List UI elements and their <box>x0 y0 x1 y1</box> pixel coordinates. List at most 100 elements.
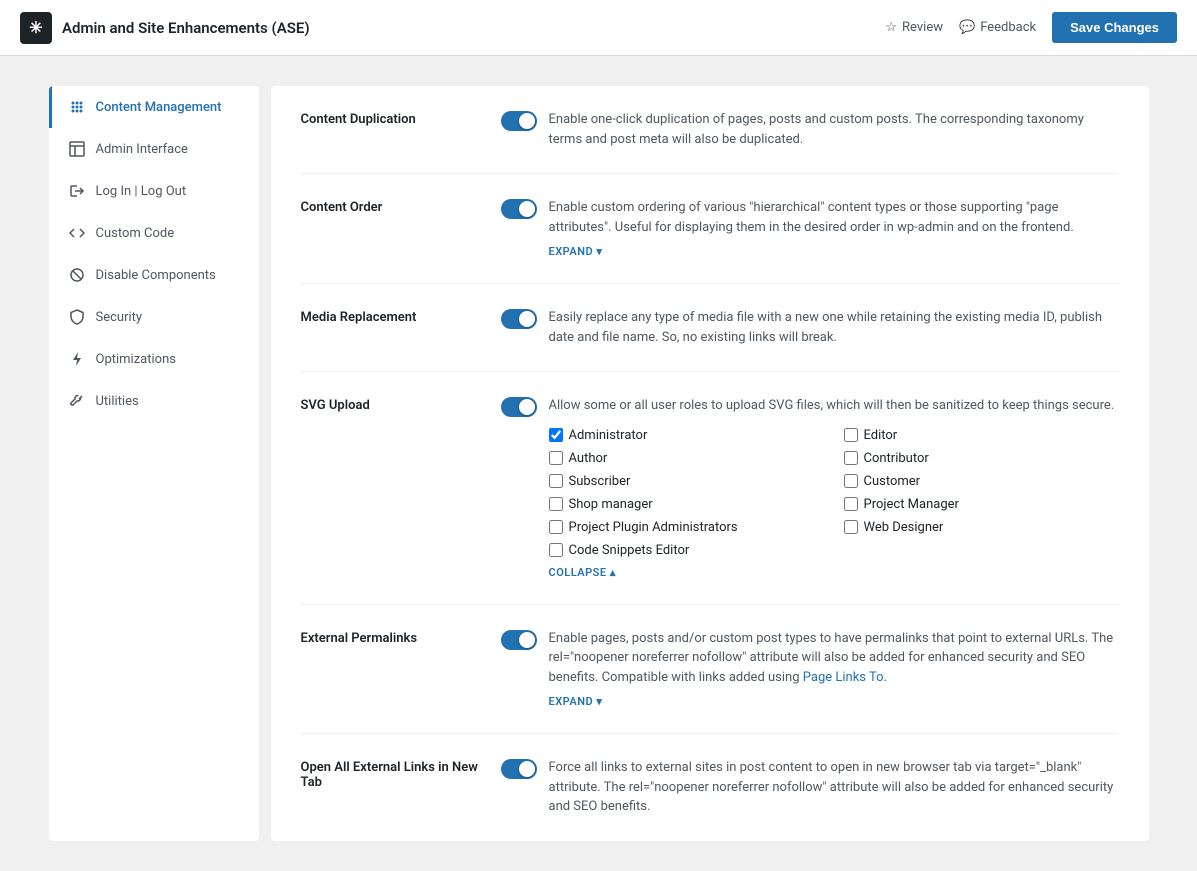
sidebar-item-content-management[interactable]: Content Management <box>49 86 259 128</box>
cb-editor-text: Editor <box>864 428 898 443</box>
cb-editor-label[interactable]: Editor <box>844 428 1119 443</box>
cb-shop-manager[interactable] <box>549 497 563 511</box>
toggle-row: Easily replace any type of media file wi… <box>501 308 1119 347</box>
sidebar-item-disable-components[interactable]: Disable Components <box>49 254 259 296</box>
save-changes-button[interactable]: Save Changes <box>1052 12 1177 43</box>
cb-subscriber[interactable] <box>549 474 563 488</box>
setting-content: Enable custom ordering of various "hiera… <box>501 198 1119 259</box>
star-icon: ☆ <box>885 20 897 35</box>
setting-desc: Enable custom ordering of various "hiera… <box>549 198 1119 237</box>
setting-label: SVG Upload <box>301 396 481 580</box>
review-link[interactable]: ☆ Review <box>885 20 943 35</box>
cb-shop-manager-label[interactable]: Shop manager <box>549 497 824 512</box>
shield-icon <box>68 308 86 326</box>
cb-administrator-label[interactable]: Administrator <box>549 428 824 443</box>
external-permalinks-expand[interactable]: EXPAND ▾ <box>549 695 603 708</box>
setting-desc: Easily replace any type of media file wi… <box>549 308 1119 347</box>
cb-contributor-label[interactable]: Contributor <box>844 451 1119 466</box>
setting-content: Force all links to external sites in pos… <box>501 758 1119 817</box>
grid-icon <box>68 98 86 116</box>
toggle-row: Allow some or all user roles to upload S… <box>501 396 1119 580</box>
feedback-link[interactable]: 💬 Feedback <box>959 20 1036 35</box>
setting-content: Enable one-click duplication of pages, p… <box>501 110 1119 149</box>
cb-project-manager-label[interactable]: Project Manager <box>844 497 1119 512</box>
sidebar-item-label: Security <box>96 310 143 325</box>
cb-customer-text: Customer <box>864 474 921 489</box>
cb-administrator-text: Administrator <box>569 428 648 443</box>
layout-icon <box>68 140 86 158</box>
setting-label: Media Replacement <box>301 308 481 347</box>
sidebar-item-label: Admin Interface <box>96 142 188 157</box>
cb-web-designer-label[interactable]: Web Designer <box>844 520 1119 535</box>
external-permalinks-toggle[interactable] <box>501 630 537 650</box>
setting-desc: Allow some or all user roles to upload S… <box>549 396 1119 416</box>
sidebar-item-optimizations[interactable]: Optimizations <box>49 338 259 380</box>
setting-content-order: Content Order Enable custom ordering of … <box>301 174 1119 284</box>
toggle-row: Force all links to external sites in pos… <box>501 758 1119 817</box>
setting-desc: Enable pages, posts and/or custom post t… <box>549 629 1119 688</box>
cb-code-snippets-editor-text: Code Snippets Editor <box>569 543 690 558</box>
cb-web-designer-text: Web Designer <box>864 520 944 535</box>
svg-upload-toggle[interactable] <box>501 397 537 417</box>
content-order-toggle[interactable] <box>501 199 537 219</box>
cb-contributor-text: Contributor <box>864 451 929 466</box>
cb-customer[interactable] <box>844 474 858 488</box>
main-layout: Content Management Admin Interface Log I… <box>49 86 1149 841</box>
sidebar-item-admin-interface[interactable]: Admin Interface <box>49 128 259 170</box>
sidebar-item-label: Utilities <box>96 394 139 409</box>
setting-svg-upload: SVG Upload Allow some or all user roles … <box>301 372 1119 605</box>
sidebar-item-security[interactable]: Security <box>49 296 259 338</box>
cb-author[interactable] <box>549 451 563 465</box>
setting-label: Open All External Links in New Tab <box>301 758 481 817</box>
content-order-expand[interactable]: EXPAND ▾ <box>549 245 603 258</box>
setting-desc: Force all links to external sites in pos… <box>549 758 1119 817</box>
svg-upload-collapse[interactable]: COLLAPSE ▴ <box>549 566 616 579</box>
cb-subscriber-text: Subscriber <box>569 474 631 489</box>
cb-author-label[interactable]: Author <box>549 451 824 466</box>
logo-icon: ✳ <box>20 12 52 44</box>
sidebar-item-login-logout[interactable]: Log In | Log Out <box>49 170 259 212</box>
header-actions: ☆ Review 💬 Feedback Save Changes <box>885 12 1177 43</box>
setting-external-permalinks: External Permalinks Enable pages, posts … <box>301 605 1119 735</box>
sidebar-item-custom-code[interactable]: Custom Code <box>49 212 259 254</box>
cb-web-designer[interactable] <box>844 520 858 534</box>
cb-code-snippets-editor[interactable] <box>549 543 563 557</box>
sidebar-item-label: Log In | Log Out <box>96 184 187 199</box>
page-links-to-link[interactable]: Page Links To <box>803 670 884 685</box>
setting-label: External Permalinks <box>301 629 481 710</box>
cb-contributor[interactable] <box>844 451 858 465</box>
cb-project-plugin-admins-label[interactable]: Project Plugin Administrators <box>549 520 824 535</box>
cb-project-plugin-admins[interactable] <box>549 520 563 534</box>
media-replacement-toggle[interactable] <box>501 309 537 329</box>
content-area: Content Duplication Enable one-click dup… <box>271 86 1149 841</box>
app-logo: ✳ Admin and Site Enhancements (ASE) <box>20 12 310 44</box>
sidebar-item-utilities[interactable]: Utilities <box>49 380 259 422</box>
code-icon <box>68 224 86 242</box>
toggle-row: Enable pages, posts and/or custom post t… <box>501 629 1119 710</box>
cb-code-snippets-editor-label[interactable]: Code Snippets Editor <box>549 543 824 558</box>
setting-content: Allow some or all user roles to upload S… <box>501 396 1119 580</box>
setting-open-external-links: Open All External Links in New Tab Force… <box>301 734 1119 841</box>
app-name: Admin and Site Enhancements (ASE) <box>62 19 310 37</box>
cb-subscriber-label[interactable]: Subscriber <box>549 474 824 489</box>
cb-editor[interactable] <box>844 428 858 442</box>
toggle-row: Enable custom ordering of various "hiera… <box>501 198 1119 259</box>
sidebar-item-label: Content Management <box>96 100 222 115</box>
chat-icon: 💬 <box>959 20 975 35</box>
disable-icon <box>68 266 86 284</box>
sidebar-item-label: Disable Components <box>96 268 216 283</box>
open-external-links-toggle[interactable] <box>501 759 537 779</box>
setting-content-duplication: Content Duplication Enable one-click dup… <box>301 86 1119 174</box>
cb-project-manager[interactable] <box>844 497 858 511</box>
sidebar-item-label: Custom Code <box>96 226 175 241</box>
bolt-icon <box>68 350 86 368</box>
setting-label: Content Order <box>301 198 481 259</box>
content-duplication-toggle[interactable] <box>501 111 537 131</box>
cb-shop-manager-text: Shop manager <box>569 497 653 512</box>
toggle-row: Enable one-click duplication of pages, p… <box>501 110 1119 149</box>
cb-administrator[interactable] <box>549 428 563 442</box>
tools-icon <box>68 392 86 410</box>
setting-content: Easily replace any type of media file wi… <box>501 308 1119 347</box>
cb-customer-label[interactable]: Customer <box>844 474 1119 489</box>
setting-media-replacement: Media Replacement Easily replace any typ… <box>301 284 1119 372</box>
